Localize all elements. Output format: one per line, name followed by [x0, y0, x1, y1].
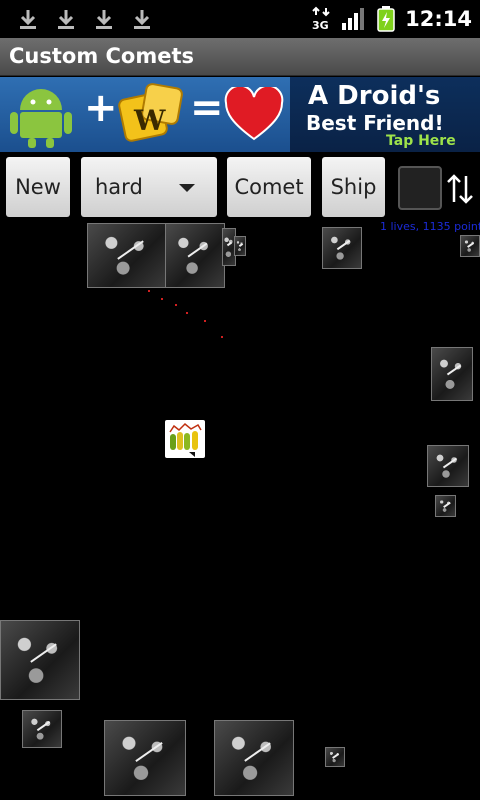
svg-text:3G: 3G	[312, 19, 329, 32]
svg-text:W: W	[133, 104, 166, 137]
app-title: Custom Comets	[9, 44, 195, 68]
comet	[214, 720, 294, 796]
download-icon	[58, 10, 74, 29]
bullet	[204, 320, 206, 322]
comet	[0, 620, 80, 700]
download-icon	[96, 10, 112, 29]
player-ship	[165, 420, 205, 458]
network-3g-icon: 3G	[312, 6, 330, 32]
ad-subheadline: Best Friend!	[306, 111, 444, 135]
comet	[460, 235, 480, 257]
difficulty-value: hard	[95, 175, 143, 199]
ad-equals: =	[190, 85, 224, 131]
ship-button[interactable]: Ship	[322, 157, 385, 217]
bullet	[175, 304, 177, 306]
ship-icon	[169, 422, 202, 457]
dropdown-arrow-icon	[179, 184, 195, 192]
battery-charging-icon	[377, 6, 395, 32]
new-button[interactable]: New	[6, 157, 70, 217]
game-field[interactable]	[0, 218, 480, 800]
ad-banner[interactable]: + W = A Droid's Best Friend! Tap Here	[0, 77, 480, 152]
bullet	[161, 298, 163, 300]
comet	[435, 495, 456, 517]
bullet	[148, 290, 150, 292]
bullet	[221, 336, 223, 338]
ad-cta[interactable]: Tap Here	[386, 133, 456, 149]
clock: 12:14	[405, 7, 472, 31]
ad-graphic: + W =	[0, 77, 290, 152]
heart-icon	[224, 87, 284, 141]
comet	[22, 710, 62, 748]
status-bar: 3G 12:14	[0, 0, 480, 38]
ad-headline: A Droid's	[308, 81, 441, 111]
difficulty-spinner[interactable]: hard	[81, 157, 217, 217]
comet	[427, 445, 469, 487]
game-status: 1 lives, 1135 points	[380, 220, 480, 233]
bullet	[186, 312, 188, 314]
download-icon	[20, 10, 36, 29]
comet	[234, 236, 246, 256]
comet	[322, 227, 362, 269]
words-tile-icon: W	[118, 83, 183, 142]
sort-arrows-icon[interactable]	[446, 172, 474, 206]
ad-plus: +	[84, 85, 118, 131]
signal-icon	[342, 8, 365, 30]
comet	[325, 747, 345, 767]
android-icon	[10, 89, 72, 148]
toggle-checkbox[interactable]	[398, 166, 442, 210]
comet-button[interactable]: Comet	[227, 157, 311, 217]
download-icon	[134, 10, 150, 29]
comet	[104, 720, 186, 796]
comet	[165, 223, 225, 288]
comet	[431, 347, 473, 401]
comet	[87, 223, 167, 288]
app-title-bar: Custom Comets	[0, 38, 480, 76]
